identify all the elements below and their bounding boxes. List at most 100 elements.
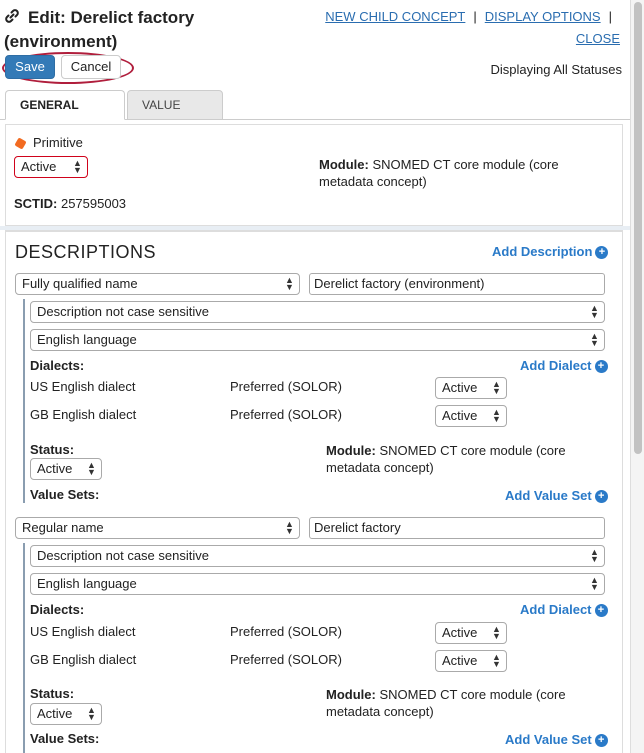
vertical-scrollbar[interactable] xyxy=(630,0,644,753)
description-module: Module: SNOMED CT core module (core meta… xyxy=(326,442,596,476)
dialect-status-select[interactable]: Active ▲ ▼ xyxy=(435,650,507,672)
general-info-panel: Primitive Active ▲ ▼ Module: SNOMED CT co… xyxy=(5,124,623,226)
add-value-set-label: Add Value Set xyxy=(505,488,592,503)
add-description-button[interactable]: Add Description + xyxy=(492,244,609,260)
value-sets-label: Value Sets: xyxy=(30,487,100,502)
value-sets-label: Value Sets: xyxy=(30,731,100,746)
description-type-select[interactable]: Regular name ▲ ▼ xyxy=(15,517,300,539)
add-dialect-button[interactable]: Add Dialect + xyxy=(520,602,608,618)
page-title: Edit: Derelict factory (environment) xyxy=(4,6,304,53)
add-description-label: Add Description xyxy=(492,244,593,259)
link-icon xyxy=(4,7,22,30)
select-arrows-icon: ▲ ▼ xyxy=(492,379,501,396)
descriptions-panel: DESCRIPTIONS Add Description + Fully qual… xyxy=(5,230,623,753)
case-significance-value: Description not case sensitive xyxy=(37,548,209,563)
dialects-label: Dialects: xyxy=(30,602,85,617)
primitive-indicator: Primitive xyxy=(14,135,83,150)
plus-circle-icon: + xyxy=(594,734,608,748)
edit-concept-page: Edit: Derelict factory (environment) NEW… xyxy=(0,0,630,753)
dialect-status-select[interactable]: Active ▲ ▼ xyxy=(435,377,507,399)
primitive-label: Primitive xyxy=(33,135,83,150)
header: Edit: Derelict factory (environment) NEW… xyxy=(0,0,630,140)
sctid-label: SCTID: xyxy=(14,196,58,211)
select-arrows-icon: ▲ ▼ xyxy=(73,158,82,175)
description-type-select[interactable]: Fully qualified name ▲ ▼ xyxy=(15,273,300,295)
cancel-button[interactable]: Cancel xyxy=(61,55,121,79)
concept-status-value: Active xyxy=(21,159,57,174)
dialect-status-value: Active xyxy=(442,408,478,423)
page-title-text: Edit: Derelict factory (environment) xyxy=(4,8,195,52)
scrollbar-thumb[interactable] xyxy=(634,2,642,454)
add-value-set-button[interactable]: Add Value Set + xyxy=(505,488,608,504)
save-button[interactable]: Save xyxy=(5,55,55,79)
language-select[interactable]: English language ▲ ▼ xyxy=(30,329,605,351)
add-dialect-label: Add Dialect xyxy=(520,602,592,617)
language-value: English language xyxy=(37,332,137,347)
description-status-select[interactable]: Active ▲ ▼ xyxy=(30,458,102,480)
plus-circle-icon: + xyxy=(595,246,609,260)
select-arrows-icon: ▲ ▼ xyxy=(492,652,501,669)
case-significance-select[interactable]: Description not case sensitive ▲ ▼ xyxy=(30,545,605,567)
select-arrows-icon: ▲ ▼ xyxy=(590,547,599,564)
description-group-bar xyxy=(23,299,25,503)
select-arrows-icon: ▲ ▼ xyxy=(590,303,599,320)
language-select[interactable]: English language ▲ ▼ xyxy=(30,573,605,595)
new-child-concept-link[interactable]: NEW CHILD CONCEPT xyxy=(325,9,465,24)
description-module: Module: SNOMED CT core module (core meta… xyxy=(326,686,596,720)
tab-value-sets[interactable]: VALUE SETS xyxy=(127,90,223,140)
description-text-input[interactable]: Derelict factory xyxy=(309,517,605,539)
module-label: Module: xyxy=(319,157,369,172)
case-significance-select[interactable]: Description not case sensitive ▲ ▼ xyxy=(30,301,605,323)
select-arrows-icon: ▲ ▼ xyxy=(492,624,501,641)
plus-circle-icon: + xyxy=(594,490,608,504)
description-group-bar xyxy=(23,543,25,753)
dialect-status-value: Active xyxy=(442,653,478,668)
link-separator: | xyxy=(473,9,477,24)
dialect-name: US English dialect xyxy=(30,624,136,639)
description-status-select[interactable]: Active ▲ ▼ xyxy=(30,703,102,725)
status-label: Status: xyxy=(30,442,75,457)
dialect-status-select[interactable]: Active ▲ ▼ xyxy=(435,405,507,427)
description-text-input[interactable]: Derelict factory (environment) xyxy=(309,273,605,295)
dialect-name: GB English dialect xyxy=(30,407,137,422)
description-status-value: Active xyxy=(37,706,73,721)
add-value-set-label: Add Value Set xyxy=(505,732,592,747)
dialect-status-value: Active xyxy=(442,380,478,395)
dialect-acceptability: Preferred (SOLOR) xyxy=(230,652,342,667)
dialect-acceptability: Preferred (SOLOR) xyxy=(230,624,342,639)
add-dialect-label: Add Dialect xyxy=(520,358,592,373)
tab-general-info[interactable]: GENERAL INFO xyxy=(5,90,125,140)
status-label: Status: xyxy=(30,686,75,701)
concept-module: Module: SNOMED CT core module (core meta… xyxy=(319,156,609,190)
primitive-dot-icon xyxy=(14,137,27,150)
close-link[interactable]: CLOSE xyxy=(576,31,620,46)
select-arrows-icon: ▲ ▼ xyxy=(87,705,96,722)
add-dialect-button[interactable]: Add Dialect + xyxy=(520,358,608,374)
dialect-name: US English dialect xyxy=(30,379,136,394)
description-status-value: Active xyxy=(37,461,73,476)
link-separator: | xyxy=(608,9,612,24)
plus-circle-icon: + xyxy=(594,360,608,374)
tab-bar: GENERAL INFO VALUE SETS xyxy=(0,90,630,140)
add-value-set-button[interactable]: Add Value Set + xyxy=(505,732,608,748)
select-arrows-icon: ▲ ▼ xyxy=(285,519,294,536)
module-label: Module: xyxy=(326,687,376,702)
dialect-status-value: Active xyxy=(442,625,478,640)
dialects-label: Dialects: xyxy=(30,358,85,373)
sctid-value: 257595003 xyxy=(60,196,127,211)
select-arrows-icon: ▲ ▼ xyxy=(492,407,501,424)
display-options-link[interactable]: DISPLAY OPTIONS xyxy=(485,9,601,24)
language-value: English language xyxy=(37,576,137,591)
top-links: NEW CHILD CONCEPT | DISPLAY OPTIONS | CLOSE xyxy=(325,6,620,50)
dialect-acceptability: Preferred (SOLOR) xyxy=(230,407,342,422)
descriptions-heading: DESCRIPTIONS xyxy=(15,242,157,262)
select-arrows-icon: ▲ ▼ xyxy=(285,275,294,292)
sctid: SCTID: 257595003 xyxy=(14,196,126,211)
case-significance-value: Description not case sensitive xyxy=(37,304,209,319)
description-type-value: Regular name xyxy=(22,520,104,535)
description-type-value: Fully qualified name xyxy=(22,276,138,291)
dialect-name: GB English dialect xyxy=(30,652,137,667)
dialect-status-select[interactable]: Active ▲ ▼ xyxy=(435,622,507,644)
select-arrows-icon: ▲ ▼ xyxy=(590,331,599,348)
concept-status-select[interactable]: Active ▲ ▼ xyxy=(14,156,88,178)
